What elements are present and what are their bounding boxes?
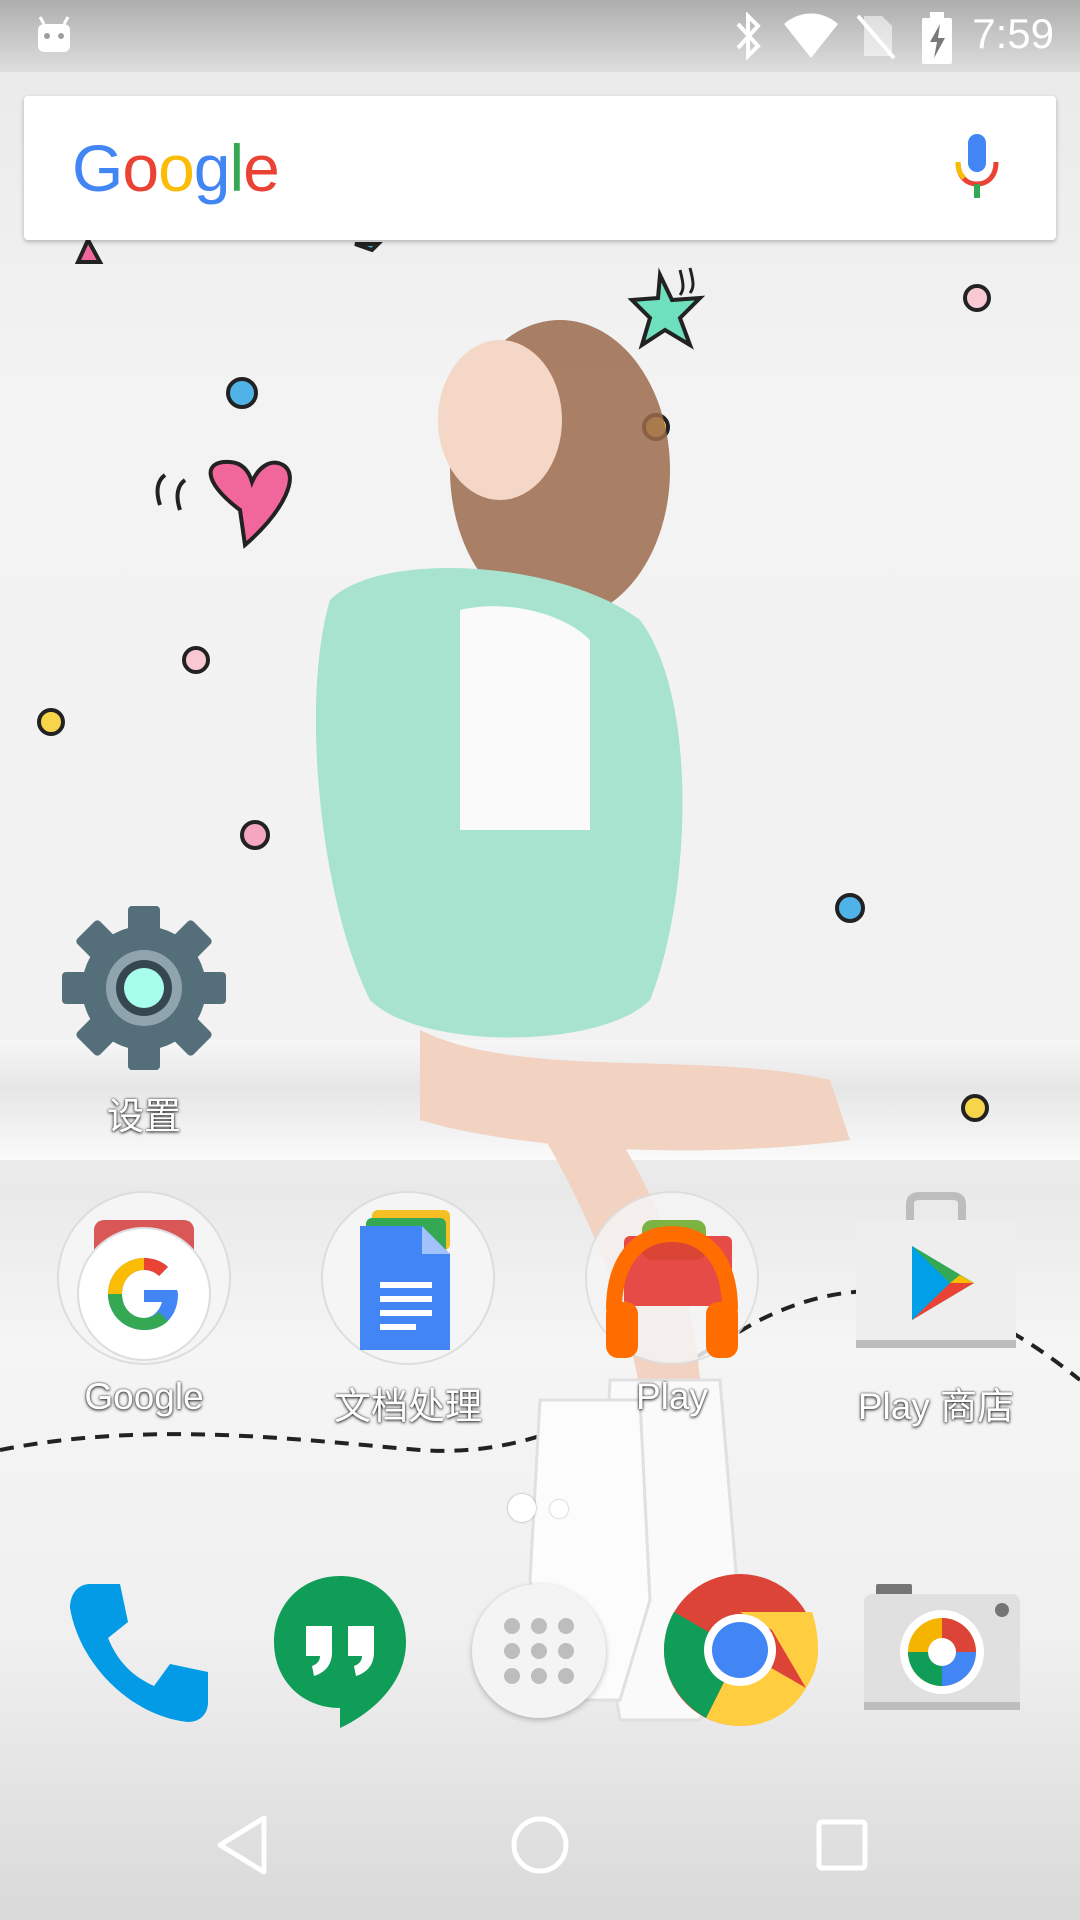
recents-icon[interactable]: [812, 1812, 872, 1878]
status-bar: 7:59: [0, 0, 1080, 72]
back-icon[interactable]: [212, 1812, 272, 1878]
logo-letter: o: [122, 131, 159, 205]
app-label: 文档处理: [334, 1386, 482, 1427]
home-icon[interactable]: [510, 1812, 570, 1878]
app-label: Play: [636, 1376, 708, 1417]
docs-folder-icon: [320, 1190, 496, 1366]
docs-folder[interactable]: 文档处理: [288, 1190, 528, 1430]
settings-shortcut[interactable]: 设置: [24, 900, 264, 1140]
hangouts-icon[interactable]: [270, 1572, 410, 1732]
wifi-icon: [784, 13, 838, 58]
app-drawer-icon: [504, 1618, 574, 1684]
camera-icon[interactable]: [862, 1584, 1022, 1712]
google-folder-icon: [56, 1190, 232, 1366]
app-label: Play 商店: [857, 1386, 1015, 1427]
play-store-app[interactable]: Play 商店: [816, 1190, 1056, 1430]
chrome-icon[interactable]: [662, 1572, 818, 1728]
logo-letter: e: [243, 131, 280, 205]
play-folder[interactable]: Play: [552, 1190, 792, 1418]
no-sim-icon: [856, 14, 896, 60]
navigation-bar: [0, 1776, 1080, 1920]
bluetooth-icon: [736, 12, 761, 60]
settings-gear-icon: [56, 900, 232, 1076]
play-store-icon: [848, 1190, 1024, 1366]
logo-letter: g: [193, 131, 231, 205]
android-debug-icon: [38, 16, 70, 52]
page-dot: [550, 1500, 568, 1518]
logo-letter: o: [158, 131, 195, 205]
google-folder[interactable]: Google: [24, 1190, 264, 1418]
google-logo: Google: [72, 130, 280, 206]
google-search-bar[interactable]: Google: [24, 96, 1056, 240]
battery-charging-icon: [922, 12, 952, 64]
app-drawer-button[interactable]: [472, 1584, 606, 1718]
play-music-folder-icon: [584, 1190, 760, 1366]
app-label: 设置: [107, 1096, 181, 1137]
logo-letter: l: [229, 131, 245, 205]
mic-icon[interactable]: [954, 132, 1000, 202]
logo-letter: G: [72, 131, 123, 205]
app-label: Google: [84, 1376, 204, 1417]
home-screen: 7:59 Google 设置 Google 文档处理 Play Play 商店: [0, 0, 1080, 1920]
status-time: 7:59: [972, 10, 1054, 57]
page-dot-active: [508, 1494, 536, 1522]
phone-icon[interactable]: [62, 1576, 214, 1728]
